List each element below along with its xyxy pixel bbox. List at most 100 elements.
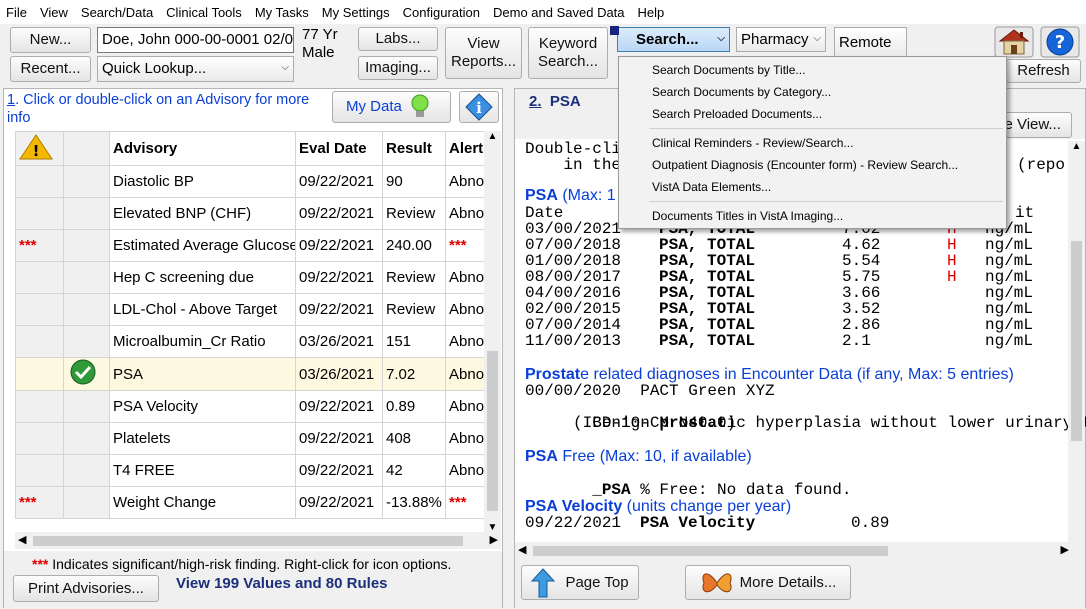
search-by-category-item[interactable]: Search Documents by Category... [652, 82, 831, 102]
view-reports-button[interactable]: View Reports... [445, 27, 522, 79]
advisory-row[interactable]: *** Weight Change 09/22/2021 -13.88% *** [15, 486, 491, 519]
pharmacy-dropdown[interactable]: Pharmacy ⌵ [736, 27, 826, 52]
row-advisory[interactable]: Platelets [109, 422, 296, 455]
row-status[interactable] [63, 229, 110, 262]
row-status[interactable] [63, 197, 110, 230]
advisory-row[interactable]: *** Estimated Average Glucose 09/22/2021 24… [15, 229, 491, 262]
advisory-column-header[interactable]: Advisory [109, 131, 296, 166]
home-icon[interactable] [994, 26, 1034, 58]
vista-imaging-titles-item[interactable]: Documents Titles in VistA Imaging... [652, 206, 843, 226]
row-result[interactable]: 151 [382, 325, 446, 358]
row-eval-date[interactable]: 09/22/2021 [295, 197, 383, 230]
menu-demo-saved-data[interactable]: Demo and Saved Data [493, 5, 625, 20]
detail-hscroll-thumb[interactable] [533, 546, 888, 556]
row-eval-date[interactable]: 09/22/2021 [295, 261, 383, 294]
detail-hscroll[interactable]: ◀ ▶ [515, 542, 1085, 559]
advisory-row[interactable]: PSA 03/26/2021 7.02 Abno [15, 357, 491, 391]
row-result[interactable]: 42 [382, 454, 446, 487]
row-status[interactable] [63, 357, 110, 391]
row-flag[interactable]: *** [15, 229, 64, 262]
status-column-header[interactable] [63, 131, 110, 166]
row-flag[interactable] [15, 454, 64, 487]
row-status[interactable] [63, 293, 110, 326]
row-result[interactable]: 408 [382, 422, 446, 455]
patient-field[interactable]: Doe, John 000-00-0001 02/0 [97, 27, 294, 53]
info-button[interactable]: i [459, 91, 499, 123]
row-status[interactable] [63, 325, 110, 358]
refresh-button[interactable]: Refresh [1006, 59, 1081, 83]
row-flag[interactable] [15, 293, 64, 326]
outpatient-diagnosis-item[interactable]: Outpatient Diagnosis (Encounter form) - … [652, 155, 958, 175]
advisory-vscroll[interactable]: ▲ ▼ [484, 131, 501, 533]
row-flag[interactable] [15, 325, 64, 358]
row-advisory[interactable]: Weight Change [109, 486, 296, 519]
row-advisory[interactable]: PSA [109, 357, 296, 391]
row-result[interactable]: 7.02 [382, 357, 446, 391]
search-dropdown[interactable]: Search... ⌵ [617, 27, 730, 52]
row-advisory[interactable]: Microalbumin_Cr Ratio [109, 325, 296, 358]
row-result[interactable]: Review [382, 197, 446, 230]
warning-column-header[interactable]: ! [15, 131, 64, 166]
vista-data-elements-item[interactable]: VistA Data Elements... [652, 177, 771, 197]
advisory-row[interactable]: Hep C screening due 09/22/2021 Review Abno [15, 261, 491, 294]
quick-lookup-select[interactable]: Quick Lookup... ⌵ [97, 56, 294, 82]
more-details-button[interactable]: More Details... [685, 565, 851, 600]
row-status[interactable] [63, 390, 110, 423]
keyword-search-button[interactable]: Keyword Search... [528, 27, 608, 79]
row-advisory[interactable]: Estimated Average Glucose [109, 229, 296, 262]
row-flag[interactable] [15, 197, 64, 230]
row-advisory[interactable]: Diastolic BP [109, 165, 296, 198]
row-result[interactable]: Review [382, 261, 446, 294]
row-eval-date[interactable]: 09/22/2021 [295, 454, 383, 487]
row-result[interactable]: -13.88% [382, 486, 446, 519]
scroll-right-icon[interactable]: ▶ [490, 533, 498, 546]
menu-search-data[interactable]: Search/Data [81, 5, 153, 20]
advisory-row[interactable]: LDL-Chol - Above Target 09/22/2021 Review A… [15, 293, 491, 326]
row-flag[interactable] [15, 165, 64, 198]
advisory-row[interactable]: Diastolic BP 09/22/2021 90 Abno [15, 165, 491, 198]
row-flag[interactable] [15, 357, 64, 391]
row-result[interactable]: Review [382, 293, 446, 326]
result-column-header[interactable]: Result [382, 131, 446, 166]
labs-button[interactable]: Labs... [358, 27, 438, 51]
row-eval-date[interactable]: 09/22/2021 [295, 390, 383, 423]
row-eval-date[interactable]: 03/26/2021 [295, 325, 383, 358]
page-top-button[interactable]: Page Top [521, 565, 639, 600]
row-result[interactable]: 0.89 [382, 390, 446, 423]
my-data-button[interactable]: My Data [332, 91, 451, 123]
view-values-rules-link[interactable]: View 199 Values and 80 Rules [176, 575, 388, 592]
row-advisory[interactable]: Hep C screening due [109, 261, 296, 294]
scroll-up-icon[interactable]: ▲ [1068, 141, 1085, 152]
row-status[interactable] [63, 454, 110, 487]
advisory-row[interactable]: Elevated BNP (CHF) 09/22/2021 Review Abno [15, 197, 491, 230]
row-eval-date[interactable]: 09/22/2021 [295, 165, 383, 198]
row-eval-date[interactable]: 09/22/2021 [295, 422, 383, 455]
help-icon[interactable]: ? [1040, 26, 1080, 58]
advisory-row[interactable]: Platelets 09/22/2021 408 Abno [15, 422, 491, 455]
row-status[interactable] [63, 261, 110, 294]
menu-view[interactable]: View [40, 5, 68, 20]
row-flag[interactable] [15, 261, 64, 294]
advisory-hscroll-thumb[interactable] [33, 536, 463, 546]
advisory-row[interactable]: Microalbumin_Cr Ratio 03/26/2021 151 Abno [15, 325, 491, 358]
search-by-title-item[interactable]: Search Documents by Title... [652, 60, 805, 80]
advisory-row[interactable]: T4 FREE 09/22/2021 42 Abno [15, 454, 491, 487]
menu-file[interactable]: File [6, 5, 27, 20]
detail-vscroll-thumb[interactable] [1071, 241, 1082, 441]
row-result[interactable]: 90 [382, 165, 446, 198]
row-eval-date[interactable]: 03/26/2021 [295, 357, 383, 391]
row-eval-date[interactable]: 09/22/2021 [295, 486, 383, 519]
menu-my-settings[interactable]: My Settings [322, 5, 390, 20]
remote-dropdown[interactable]: Remote [834, 27, 907, 57]
row-advisory[interactable]: Elevated BNP (CHF) [109, 197, 296, 230]
detail-vscroll[interactable]: ▲ [1068, 141, 1085, 543]
scroll-left-icon[interactable]: ◀ [518, 543, 526, 556]
row-status[interactable] [63, 486, 110, 519]
scroll-up-icon[interactable]: ▲ [484, 131, 501, 142]
row-status[interactable] [63, 422, 110, 455]
eval-date-column-header[interactable]: Eval Date [295, 131, 383, 166]
search-preloaded-item[interactable]: Search Preloaded Documents... [652, 104, 822, 124]
row-result[interactable]: 240.00 [382, 229, 446, 262]
row-status[interactable] [63, 165, 110, 198]
menu-clinical-tools[interactable]: Clinical Tools [166, 5, 242, 20]
